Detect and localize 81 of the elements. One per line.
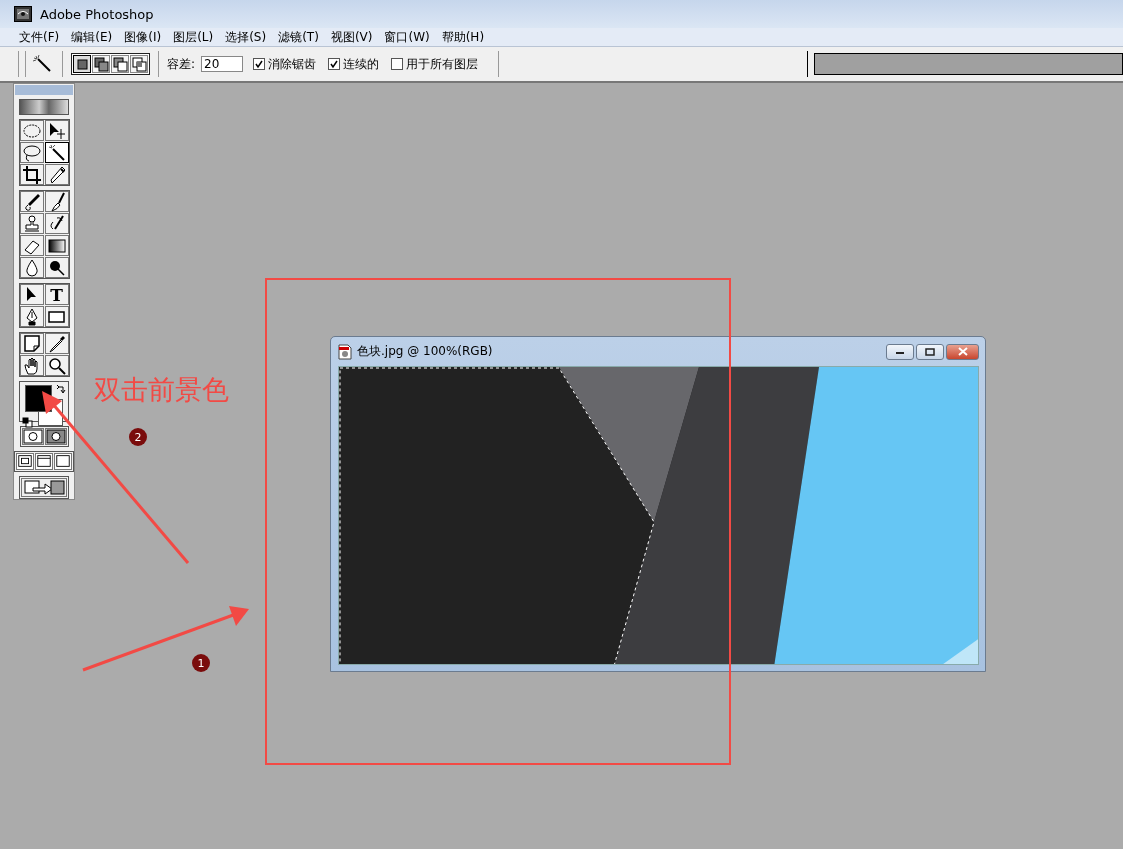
menu-screen-icon xyxy=(36,453,52,470)
maximize-icon xyxy=(925,347,935,356)
document-title: 色块.jpg @ 100%(RGB) xyxy=(357,343,494,360)
note-icon xyxy=(21,333,42,354)
jump-arrow-icon xyxy=(23,479,65,496)
windowed-screen-icon xyxy=(17,453,33,470)
screen-mode-button[interactable] xyxy=(35,453,53,470)
screen-mode-button[interactable] xyxy=(54,453,72,470)
menu-item[interactable]: 图层(L) xyxy=(168,28,219,46)
wand-icon xyxy=(46,142,67,163)
tool-button[interactable] xyxy=(44,142,69,164)
menu-item[interactable]: 图像(I) xyxy=(119,28,167,46)
menu-item[interactable]: 滤镜(T) xyxy=(273,28,324,46)
tool-button[interactable] xyxy=(44,333,69,355)
close-icon xyxy=(957,347,968,356)
checkbox[interactable] xyxy=(253,58,266,70)
tool-button[interactable] xyxy=(19,257,44,279)
checkbox-label: 连续的 xyxy=(343,55,380,73)
document-icon xyxy=(338,343,352,360)
menu-item[interactable]: 视图(V) xyxy=(325,28,378,46)
swap-arrows-icon[interactable] xyxy=(56,384,66,395)
tool-button[interactable] xyxy=(44,306,69,328)
tool-button[interactable] xyxy=(19,142,44,164)
tolerance-label: 容差: xyxy=(167,55,196,73)
mode-button[interactable] xyxy=(21,428,44,445)
tool-button[interactable] xyxy=(44,355,69,377)
checkbox[interactable] xyxy=(328,58,341,70)
checkbox-label: 用于所有图层 xyxy=(406,55,479,73)
tool-button[interactable] xyxy=(19,306,44,328)
tool-button[interactable] xyxy=(44,235,69,257)
lasso-icon xyxy=(21,142,42,163)
tool-button[interactable] xyxy=(44,257,69,279)
jump-button[interactable] xyxy=(21,478,67,497)
add-selection-icon xyxy=(93,56,109,72)
tool-button[interactable] xyxy=(19,164,44,186)
full-screen-icon xyxy=(55,453,71,470)
zoom-icon xyxy=(46,355,67,376)
intersect-selection-icon xyxy=(131,56,147,72)
app-icon xyxy=(14,6,32,22)
annotation-label: 双击前景色 xyxy=(94,373,229,407)
tool-button[interactable] xyxy=(19,235,44,257)
selection-mode-button[interactable] xyxy=(130,55,148,73)
menu-item[interactable]: 选择(S) xyxy=(220,28,272,46)
mask-mode-icon xyxy=(45,429,66,444)
menu-item[interactable]: 编辑(E) xyxy=(66,28,118,46)
new-selection-icon xyxy=(74,56,90,72)
tool-button[interactable] xyxy=(44,213,69,235)
step-number: 2 xyxy=(129,428,147,446)
tool-button[interactable] xyxy=(19,284,44,306)
toolbar-grip[interactable] xyxy=(18,51,26,77)
menu-item[interactable]: 窗口(W) xyxy=(379,28,435,46)
tool-button[interactable]: T xyxy=(44,284,69,306)
selection-mode-button[interactable] xyxy=(92,55,110,73)
tolerance-field[interactable]: 20 xyxy=(201,56,244,72)
palette-header xyxy=(15,85,73,95)
tool-button[interactable] xyxy=(19,213,44,235)
tool-button[interactable] xyxy=(19,333,44,355)
tool-button[interactable] xyxy=(19,355,44,377)
default-colors-icon[interactable] xyxy=(22,417,33,429)
selection-mode-button[interactable] xyxy=(111,55,129,73)
checkbox[interactable] xyxy=(391,58,404,70)
tool-button[interactable] xyxy=(44,191,69,213)
crop-icon xyxy=(21,164,42,185)
tool-button[interactable] xyxy=(44,120,69,142)
tool-button[interactable] xyxy=(44,164,69,186)
step-number: 1 xyxy=(192,654,210,672)
close-button[interactable] xyxy=(946,343,979,360)
window-title: Adobe Photoshop xyxy=(40,6,154,22)
subtract-selection-icon xyxy=(112,56,128,72)
selection-mode-button[interactable] xyxy=(73,55,91,73)
menu-item[interactable]: 文件(F) xyxy=(14,28,65,46)
minimize-button[interactable] xyxy=(886,343,914,360)
standard-mode-icon xyxy=(22,429,43,444)
tool-button[interactable] xyxy=(19,120,44,142)
menu-item[interactable]: 帮助(H) xyxy=(436,28,490,46)
maximize-button[interactable] xyxy=(916,343,944,360)
tool-button[interactable] xyxy=(19,191,44,213)
checkbox-label: 消除锯齿 xyxy=(268,55,317,73)
eye-picture xyxy=(19,98,69,116)
screen-mode-button[interactable] xyxy=(16,453,34,470)
mode-button[interactable] xyxy=(44,428,67,445)
